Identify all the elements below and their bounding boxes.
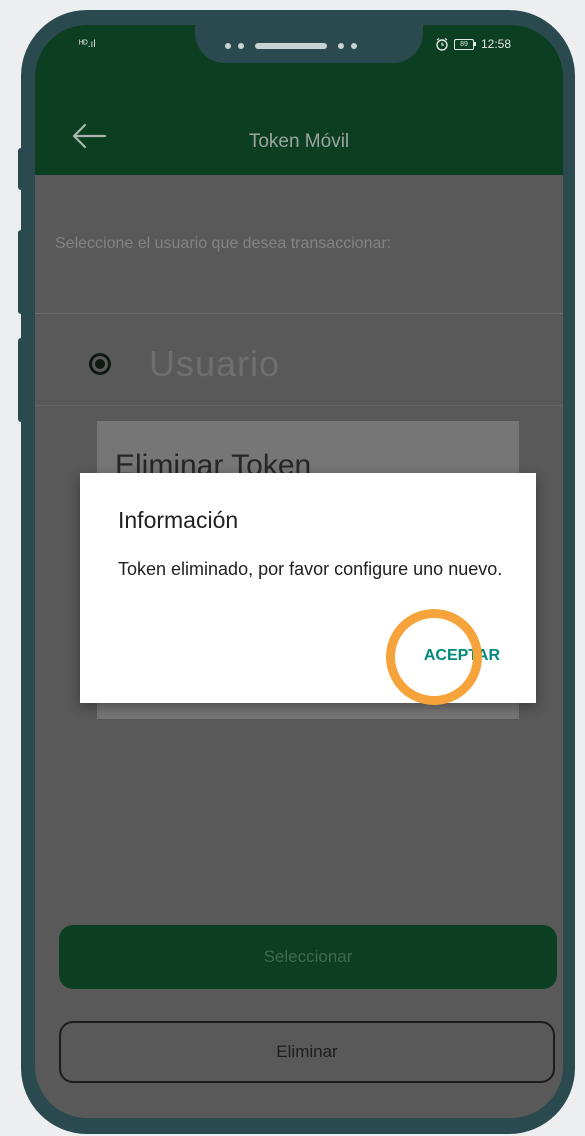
notch-sensors [225,43,357,49]
sensor-dot [338,43,344,49]
sensor-dot [238,43,244,49]
speaker-grille [255,43,327,49]
divider [35,313,563,314]
signal-icon: ᴴᴰ.ıl [79,39,96,50]
user-selection-prompt: Seleccione el usuario que desea transacc… [55,235,392,252]
phone-screen: ᴴᴰ.ıl 89 12:58 Token Móvil Seleccione el… [35,25,563,1118]
user-radio-button[interactable] [89,353,111,375]
battery-icon: 89 [454,38,476,50]
sensor-dot [351,43,357,49]
information-dialog: Información Token eliminado, por favor c… [80,473,536,703]
delete-button[interactable]: Eliminar [59,1021,555,1083]
status-time: 12:58 [481,37,512,51]
page-title: Token Móvil [248,131,350,152]
select-button[interactable]: Seleccionar [59,925,557,989]
status-right: 89 12:58 [435,37,511,51]
user-option-label[interactable]: Usuario [149,343,280,385]
battery-tip [474,42,476,46]
dialog-title: Información [118,507,239,533]
camera-notch [195,25,423,63]
dialog-message: Token eliminado, por favor configure uno… [118,559,503,579]
stage: ᴴᴰ.ıl 89 12:58 Token Móvil Seleccione el… [0,0,585,1136]
sensor-dot [225,43,231,49]
divider [35,405,563,406]
accept-button[interactable]: ACEPTAR [424,647,500,665]
battery-level: 89 [454,38,474,50]
alarm-icon [436,38,448,51]
app-header: ᴴᴰ.ıl 89 12:58 Token Móvil [35,25,563,175]
